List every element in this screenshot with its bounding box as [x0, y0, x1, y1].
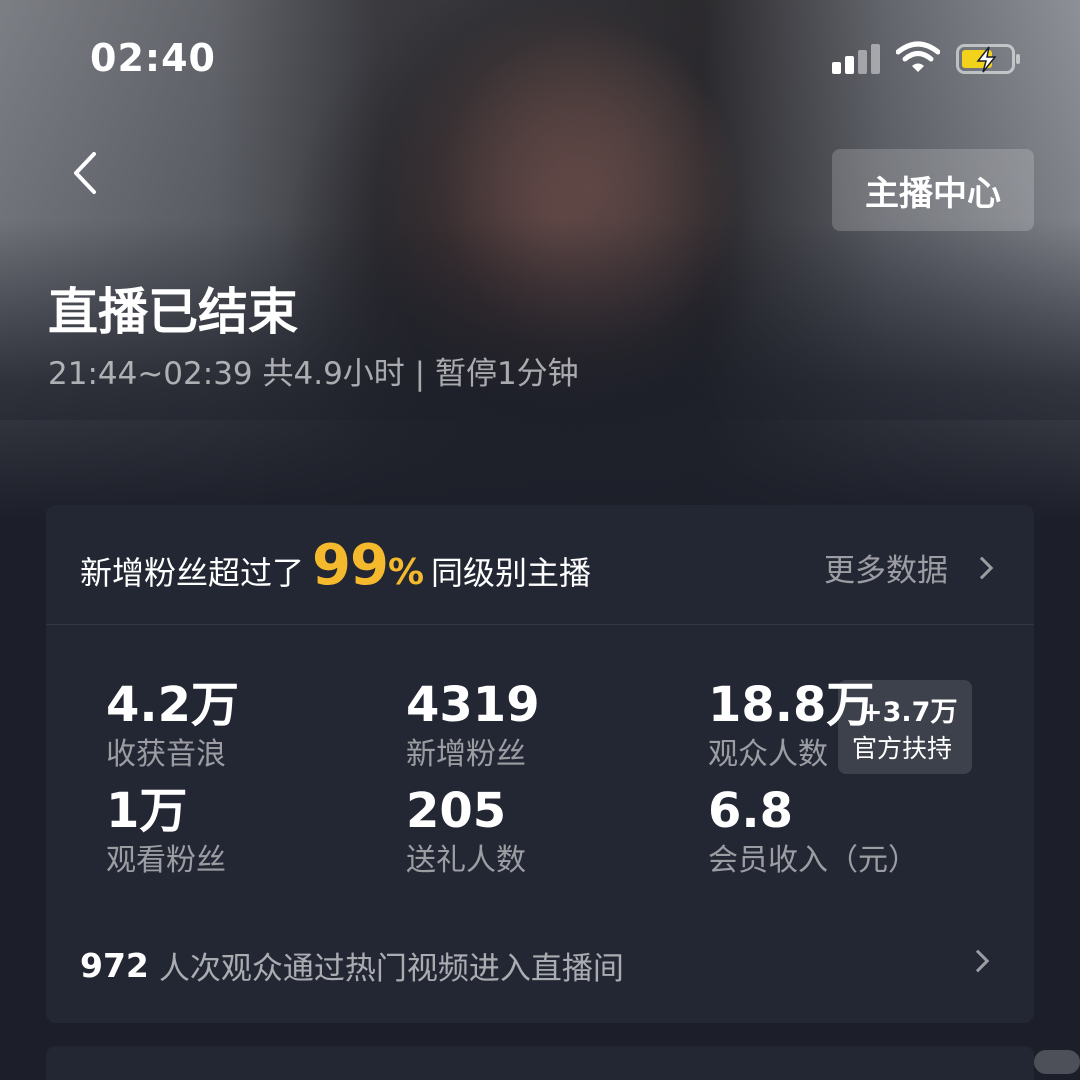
- stat-value: 4319: [406, 677, 540, 733]
- stat-label: 会员收入（元）: [708, 843, 918, 878]
- headline-suffix: 同级别主播: [431, 554, 592, 592]
- stat-member-income: 6.8 会员收入（元）: [708, 783, 918, 883]
- watermark-logo: [1034, 1050, 1080, 1074]
- headline-prefix: 新增粉丝超过了: [80, 554, 305, 592]
- stat-value: 1万: [106, 783, 188, 839]
- hot-video-count: 972: [80, 945, 149, 985]
- streamer-center-button[interactable]: 主播中心: [832, 149, 1034, 231]
- headline-pct-unit: %: [387, 552, 424, 593]
- official-support-value: +3.7万: [860, 697, 958, 728]
- stat-label: 新增粉丝: [406, 737, 526, 772]
- stat-sound-waves: 4.2万 收获音浪: [106, 677, 239, 777]
- stat-gift-senders: 205 送礼人数: [406, 783, 526, 883]
- more-data-label: 更多数据: [824, 553, 948, 589]
- next-card: [46, 1046, 1034, 1080]
- stream-duration: 21:44~02:39 共4.9小时 | 暂停1分钟: [48, 356, 579, 392]
- stat-label: 收获音浪: [106, 737, 226, 772]
- fan-growth-headline: 新增粉丝超过了 99% 同级别主播: [80, 533, 591, 598]
- status-time: 02:40: [90, 36, 216, 80]
- headline-percentage: 99%: [312, 533, 424, 598]
- stat-new-fans: 4319 新增粉丝: [406, 677, 540, 777]
- hot-video-entry-row[interactable]: 972 人次观众通过热门视频进入直播间: [80, 941, 1000, 989]
- stat-value: 4.2万: [106, 677, 240, 733]
- status-bar: 02:40: [0, 0, 1080, 120]
- wifi-icon: [896, 41, 940, 72]
- card-header: 新增粉丝超过了 99% 同级别主播 更多数据: [46, 505, 1034, 625]
- official-support-label: 官方扶持: [852, 734, 953, 763]
- stat-label: 送礼人数: [406, 843, 526, 878]
- chevron-right-icon: [970, 556, 994, 579]
- page-title: 直播已结束: [48, 283, 298, 341]
- stat-watching-fans: 1万 观看粉丝: [106, 783, 226, 883]
- headline-pct-value: 99: [312, 533, 389, 598]
- hot-video-text: 人次观众通过热门视频进入直播间: [158, 950, 624, 987]
- stat-value: 6.8: [708, 783, 794, 839]
- back-chevron-icon[interactable]: [66, 148, 106, 198]
- more-data-link[interactable]: 更多数据: [824, 545, 994, 590]
- battery-charging-icon: [956, 44, 1020, 74]
- signal-icon: [832, 44, 880, 74]
- stat-value: 205: [406, 783, 507, 839]
- stat-label: 观看粉丝: [106, 843, 226, 878]
